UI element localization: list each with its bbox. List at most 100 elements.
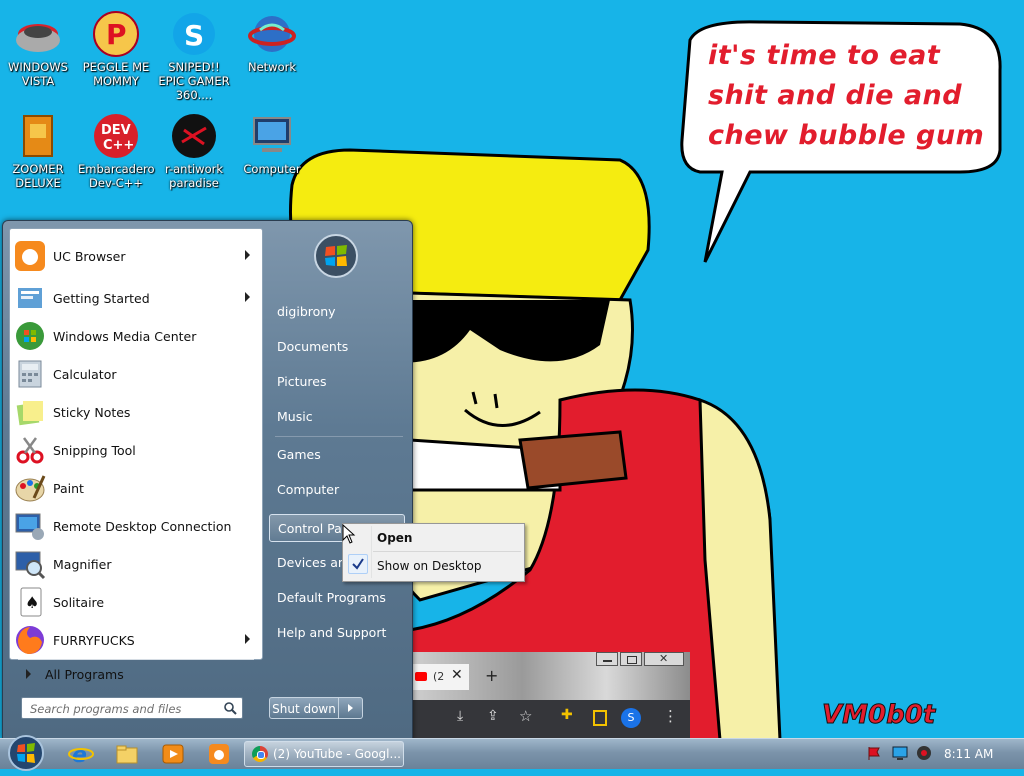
desktop-icon-network[interactable]: Network: [234, 10, 310, 74]
start-right-games[interactable]: Games: [269, 441, 405, 469]
internet-explorer-icon[interactable]: e: [68, 742, 94, 768]
bowl-icon: [14, 10, 62, 58]
program-solitaire[interactable]: ♠ Solitaire: [14, 585, 258, 619]
getting-started-icon: [14, 282, 46, 314]
media-center-icon: [14, 320, 46, 352]
minimize-button[interactable]: [596, 652, 618, 666]
browser-tab[interactable]: (2 ✕: [411, 664, 469, 690]
desktop-icon-label: Network: [247, 60, 297, 74]
tray-flag-icon[interactable]: [866, 745, 882, 761]
start-button[interactable]: [6, 733, 46, 773]
share-icon[interactable]: ⇪: [487, 708, 499, 724]
taskbar-chrome-window[interactable]: (2) YouTube - Googl...: [244, 741, 404, 767]
bookmark-star-icon[interactable]: ☆: [519, 707, 532, 725]
start-right-documents[interactable]: Documents: [269, 333, 405, 361]
menu-dots-icon[interactable]: ⋮: [663, 707, 678, 725]
program-label: UC Browser: [53, 248, 126, 264]
search-icon[interactable]: [223, 701, 237, 715]
start-right-pictures[interactable]: Pictures: [269, 368, 405, 396]
uc-browser-taskbar-icon[interactable]: [206, 742, 232, 766]
program-getting-started[interactable]: Getting Started: [14, 281, 258, 315]
file-explorer-icon[interactable]: [114, 742, 140, 766]
desktop-icon-label: ZOOMER DELUXE: [12, 162, 64, 190]
start-right-music[interactable]: Music: [269, 403, 405, 431]
program-sticky-notes[interactable]: Sticky Notes: [14, 395, 258, 429]
program-snipping-tool[interactable]: Snipping Tool: [14, 433, 258, 467]
desktop-icon-devcpp[interactable]: DEV C++ Embarcadero Dev-C++: [78, 112, 155, 190]
close-button[interactable]: ✕: [644, 652, 684, 666]
taskbar-clock[interactable]: 8:11 AM: [944, 747, 993, 761]
start-right-computer[interactable]: Computer: [269, 476, 405, 504]
sidebar-icon[interactable]: [593, 710, 607, 726]
browser-toolbar: ⤓ ⇪ ☆ ✚ S ⋮: [411, 700, 690, 738]
submenu-arrow-icon: [245, 250, 250, 260]
maximize-icon: [627, 656, 637, 664]
media-player-icon[interactable]: [160, 742, 186, 766]
browser-tab-title: (2: [433, 670, 445, 683]
youtube-icon: [415, 672, 427, 681]
program-paint[interactable]: Paint: [14, 471, 258, 505]
download-icon[interactable]: ⤓: [457, 708, 463, 724]
minimize-icon: [603, 660, 612, 662]
maximize-button[interactable]: [620, 652, 642, 666]
svg-text:C++: C++: [103, 138, 134, 153]
desktop-icon-label: WINDOWS VISTA: [8, 60, 68, 88]
sticky-notes-icon: [14, 396, 46, 428]
desktop-icon-antiwork[interactable]: r-antiwork paradise: [156, 112, 232, 190]
desktop-icon-peggle[interactable]: P PEGGLE ME MOMMY: [78, 10, 154, 88]
context-menu-show-on-desktop[interactable]: Show on Desktop: [345, 554, 521, 578]
shutdown-options-button[interactable]: [339, 697, 363, 719]
zoomer-icon: [14, 112, 62, 160]
program-label: Magnifier: [53, 556, 112, 572]
program-uc-browser[interactable]: UC Browser: [14, 239, 258, 273]
program-magnifier[interactable]: Magnifier: [14, 547, 258, 581]
svg-text:DEV: DEV: [101, 123, 131, 138]
context-menu-open[interactable]: Open: [345, 526, 521, 550]
uc-browser-icon: [14, 240, 46, 272]
devcpp-icon: DEV C++: [92, 112, 140, 160]
programs-separator: [18, 659, 254, 660]
program-remote-desktop[interactable]: Remote Desktop Connection: [14, 509, 258, 543]
all-programs-label: All Programs: [45, 666, 124, 682]
start-menu: UC Browser Getting Started Windows Media…: [2, 220, 413, 740]
tab-close-icon[interactable]: ✕: [451, 667, 463, 683]
user-picture[interactable]: [313, 233, 359, 279]
program-label: Paint: [53, 480, 84, 496]
program-calculator[interactable]: Calculator: [14, 357, 258, 391]
all-programs-arrow-icon: [26, 669, 31, 679]
program-furryfucks[interactable]: FURRYFUCKS: [14, 623, 258, 657]
desktop-icon-zoomer[interactable]: ZOOMER DELUXE: [0, 112, 76, 190]
desktop-icon-computer[interactable]: Computer: [234, 112, 310, 176]
program-windows-media-center[interactable]: Windows Media Center: [14, 319, 258, 353]
extensions-icon[interactable]: ✚: [561, 707, 573, 723]
desktop-icon-label: PEGGLE ME MOMMY: [82, 60, 150, 88]
remote-desktop-icon: [14, 510, 46, 542]
shutdown-button[interactable]: Shut down: [269, 697, 339, 719]
firefox-icon: [14, 624, 46, 656]
start-right-default-programs[interactable]: Default Programs: [269, 584, 405, 612]
magnifier-icon: [14, 548, 46, 580]
snipping-tool-icon: [14, 434, 46, 466]
svg-text:S: S: [184, 19, 204, 52]
search-input[interactable]: [28, 699, 222, 719]
start-right-user[interactable]: digibrony: [269, 298, 405, 326]
svg-text:P: P: [106, 18, 127, 51]
network-icon: [248, 10, 296, 58]
desktop-icon-sniped[interactable]: S SNIPED!! EPIC GAMER 360....: [156, 10, 232, 102]
chrome-icon-center: [257, 751, 265, 759]
new-tab-icon[interactable]: +: [485, 666, 498, 685]
tray-volume-icon[interactable]: [916, 745, 932, 761]
desktop-icon-windows-vista[interactable]: WINDOWS VISTA: [0, 10, 76, 88]
program-label: Getting Started: [53, 290, 150, 306]
start-search-box[interactable]: [21, 697, 243, 719]
tray-display-icon[interactable]: [892, 745, 908, 761]
desktop-icon-label: r-antiwork paradise: [164, 162, 223, 190]
computer-icon: [248, 112, 296, 160]
profile-avatar[interactable]: S: [621, 708, 641, 728]
calculator-icon: [14, 358, 46, 390]
taskbar-window-title: (2) YouTube - Googl...: [273, 747, 401, 761]
all-programs-button[interactable]: All Programs: [14, 661, 258, 687]
desktop-icon-label: SNIPED!! EPIC GAMER 360....: [158, 60, 230, 102]
start-right-help[interactable]: Help and Support: [269, 619, 405, 647]
speech-bubble-text: it's time to eat shit and die and chew b…: [708, 40, 985, 151]
